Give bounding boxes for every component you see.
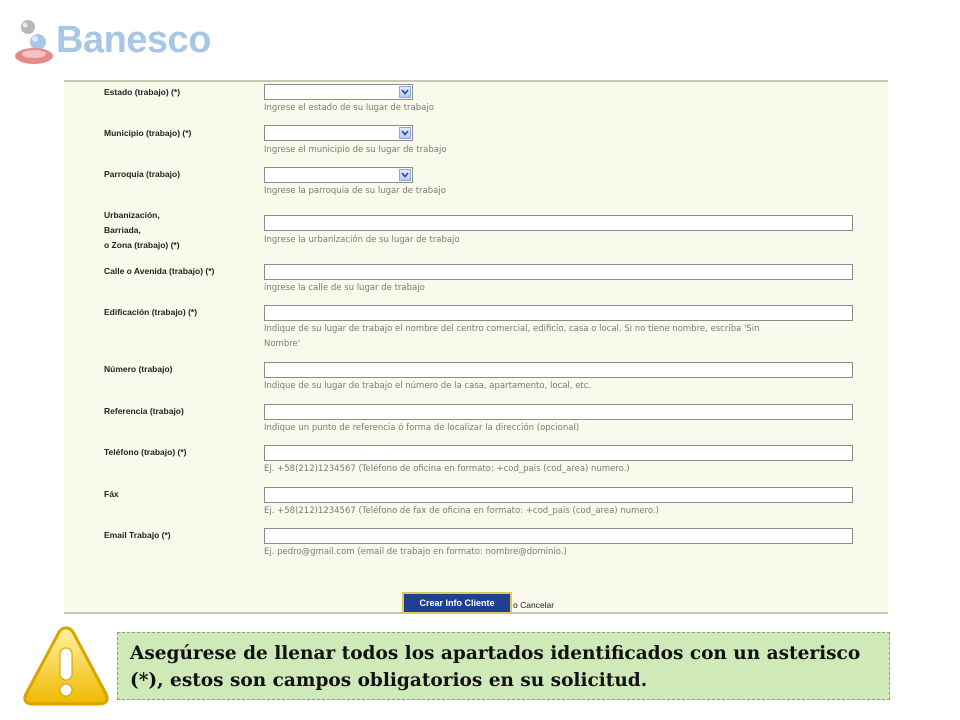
- edificacion-hint: Indique de su lugar de trabajo el nombre…: [264, 322, 864, 352]
- calle-label: Calle o Avenida (trabajo) (*): [104, 266, 215, 276]
- urbanizacion-label: Urbanización, Barriada, o Zona (trabajo)…: [104, 208, 180, 253]
- edificacion-label: Edificación (trabajo) (*): [104, 307, 198, 317]
- required-fields-note: Asegúrese de llenar todos los apartados …: [117, 632, 890, 700]
- fax-input[interactable]: [264, 487, 853, 503]
- email-input[interactable]: [264, 528, 853, 544]
- estado-label: Estado (trabajo) (*): [104, 87, 181, 97]
- telefono-hint: Ej. +58(212)1234567 (Teléfono de oficina…: [264, 464, 630, 474]
- crear-info-cliente-button[interactable]: Crear Info Cliente: [402, 592, 512, 614]
- chevron-down-icon[interactable]: [399, 169, 411, 181]
- banesco-logo-icon: [10, 16, 58, 68]
- referencia-label: Referencia (trabajo): [104, 406, 184, 416]
- chevron-down-icon[interactable]: [399, 127, 411, 139]
- email-hint: Ej. pedro@gmail.com (email de trabajo en…: [264, 547, 567, 557]
- telefono-input[interactable]: [264, 445, 853, 461]
- parroquia-select[interactable]: [264, 167, 413, 183]
- numero-label: Número (trabajo): [104, 364, 173, 374]
- urbanizacion-label-line-2: Barriada,: [104, 225, 141, 235]
- estado-hint: Ingrese el estado de su lugar de trabajo: [264, 103, 434, 113]
- municipio-label: Municipio (trabajo) (*): [104, 128, 192, 138]
- calle-input[interactable]: [264, 264, 853, 280]
- banesco-logo-text: Banesco: [56, 18, 211, 61]
- edificacion-hint-line-1: Indique de su lugar de trabajo el nombre…: [264, 324, 760, 334]
- municipio-select[interactable]: [264, 125, 413, 141]
- email-label: Email Trabajo (*): [104, 530, 171, 540]
- municipio-hint: Ingrese el municipio de su lugar de trab…: [264, 145, 447, 155]
- urbanizacion-input[interactable]: [264, 215, 853, 231]
- urbanizacion-hint: Ingrese la urbanización de su lugar de t…: [264, 235, 460, 245]
- chevron-down-icon[interactable]: [399, 86, 411, 98]
- cancelar-link[interactable]: o Cancelar: [513, 600, 554, 610]
- fax-hint: Ej. +58(212)1234567 (Teléfono de fax de …: [264, 506, 659, 516]
- parroquia-hint: Ingrese la parroquia de su lugar de trab…: [264, 186, 446, 196]
- parroquia-label: Parroquia (trabajo): [104, 169, 181, 179]
- numero-input[interactable]: [264, 362, 853, 378]
- numero-hint: Indique de su lugar de trabajo el número…: [264, 381, 592, 391]
- fax-label: Fáx: [104, 489, 119, 499]
- referencia-hint: Indique un punto de referencia ó forma d…: [264, 423, 580, 433]
- edificacion-hint-line-2: Nombre': [264, 339, 301, 349]
- urbanizacion-label-line-3: o Zona (trabajo) (*): [104, 240, 180, 250]
- warning-icon: [20, 622, 112, 710]
- edificacion-input[interactable]: [264, 305, 853, 321]
- urbanizacion-label-line-1: Urbanización,: [104, 210, 160, 220]
- estado-select[interactable]: [264, 84, 413, 100]
- telefono-label: Teléfono (trabajo) (*): [104, 447, 187, 457]
- referencia-input[interactable]: [264, 404, 853, 420]
- banesco-logo: Banesco: [10, 14, 211, 70]
- calle-hint: ingrese la calle de su lugar de trabajo: [264, 283, 425, 293]
- work-address-form: Estado (trabajo) (*) Ingrese el estado d…: [64, 80, 888, 614]
